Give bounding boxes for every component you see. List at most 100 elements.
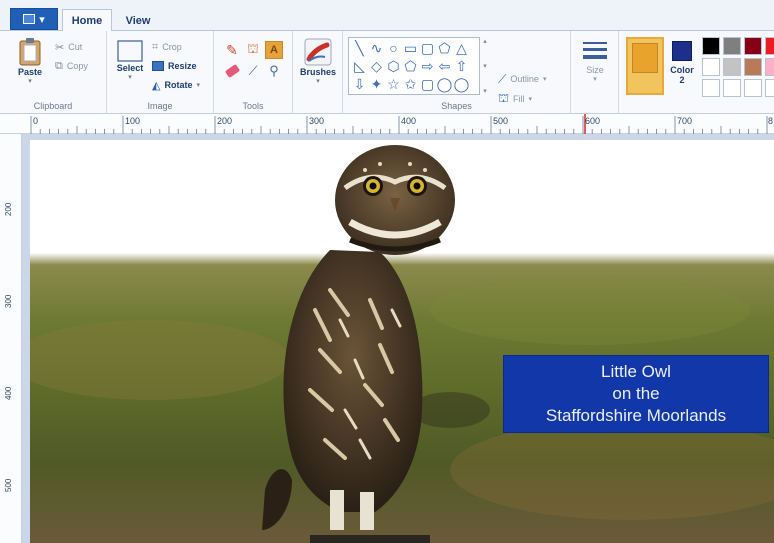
palette-swatch[interactable] bbox=[765, 79, 774, 97]
shape-callout-oval[interactable]: ◯ bbox=[436, 75, 453, 93]
palette-swatch[interactable] bbox=[702, 58, 720, 76]
shape-diamond[interactable]: ◇ bbox=[368, 57, 385, 75]
tools-group: ✎ ⛫ A ⟋ ⚲ Tools bbox=[214, 31, 293, 114]
crop-label: Crop bbox=[162, 42, 182, 52]
ruler-label: 500 bbox=[4, 478, 13, 492]
cut-button[interactable]: ✂ Cut bbox=[55, 39, 82, 55]
rotate-label: Rotate bbox=[164, 80, 193, 90]
shape-five-point-star[interactable]: ☆ bbox=[385, 75, 402, 93]
color2-swatch bbox=[672, 41, 692, 61]
size-label: Size bbox=[586, 65, 604, 75]
shape-hexagon[interactable]: ⬡ bbox=[385, 57, 402, 75]
palette-swatch[interactable] bbox=[723, 37, 741, 55]
paste-button[interactable]: Paste ▾ bbox=[12, 37, 48, 85]
shapes-group-label: Shapes bbox=[441, 101, 472, 111]
shape-rounded-rectangle[interactable]: ▢ bbox=[419, 39, 436, 57]
tab-view[interactable]: View bbox=[118, 9, 158, 32]
ruler-label: 500 bbox=[493, 116, 509, 126]
outline-icon: ⟋ bbox=[498, 71, 507, 86]
shape-down-arrow[interactable]: ⇩ bbox=[351, 75, 368, 93]
fill-icon: ⛫ bbox=[498, 91, 510, 105]
shape-curve[interactable]: ∿ bbox=[368, 39, 385, 57]
paint-menu-icon bbox=[23, 14, 36, 24]
shape-callout-cloud[interactable]: ◯ bbox=[453, 75, 470, 93]
crop-icon: ⌗ bbox=[152, 40, 159, 53]
select-rectangle-icon bbox=[117, 40, 143, 62]
shape-six-point-star[interactable]: ✩ bbox=[402, 75, 419, 93]
ruler-label: 300 bbox=[309, 116, 325, 126]
rotate-button[interactable]: ◭ Rotate ▾ bbox=[152, 77, 200, 93]
ruler-label: 0 bbox=[33, 116, 39, 126]
size-button[interactable]: Size ▾ bbox=[579, 39, 611, 83]
palette-swatch[interactable] bbox=[765, 58, 774, 76]
paste-label: Paste bbox=[17, 67, 43, 77]
shape-up-arrow[interactable]: ⇧ bbox=[453, 57, 470, 75]
ruler-label: 200 bbox=[217, 116, 233, 126]
color1-swatch bbox=[632, 43, 658, 73]
pencil-icon: ✎ bbox=[226, 41, 238, 58]
paint-bucket-icon: ⛫ bbox=[247, 41, 259, 56]
shape-left-arrow[interactable]: ⇦ bbox=[436, 57, 453, 75]
palette-swatch[interactable] bbox=[723, 79, 741, 97]
chevron-down-icon: ▾ bbox=[196, 82, 200, 89]
canvas-workspace[interactable]: Little Owl on the Staffordshire Moorland… bbox=[22, 134, 774, 543]
shape-triangle[interactable]: △ bbox=[453, 39, 470, 57]
image-group: Select ▾ ⌗ Crop Resize ◭ Rotate ▾ Image bbox=[107, 31, 214, 114]
fill-tool[interactable]: ⛫ bbox=[244, 41, 262, 59]
clipboard-group-label: Clipboard bbox=[33, 101, 73, 111]
tools-grid: ✎ ⛫ A ⟋ ⚲ bbox=[223, 41, 283, 80]
brushes-button[interactable]: Brushes ▾ bbox=[299, 37, 337, 85]
scissors-icon: ✂ bbox=[55, 41, 65, 54]
shape-right-arrow[interactable]: ⇨ bbox=[419, 57, 436, 75]
tab-home-label: Home bbox=[71, 15, 103, 27]
shape-pentagon[interactable]: ⬠ bbox=[402, 57, 419, 75]
crop-button[interactable]: ⌗ Crop bbox=[152, 39, 182, 55]
copy-button[interactable]: ⧉ Copy bbox=[55, 58, 88, 74]
ruler-label: 600 bbox=[585, 116, 601, 126]
caption-line-1: Little Owl bbox=[601, 362, 671, 381]
magnifier-icon: ⚲ bbox=[269, 63, 279, 78]
palette-swatch[interactable] bbox=[723, 58, 741, 76]
copy-icon: ⧉ bbox=[55, 59, 63, 72]
tools-group-label: Tools bbox=[242, 101, 264, 111]
magnifier-tool[interactable]: ⚲ bbox=[265, 62, 283, 80]
palette-swatch[interactable] bbox=[744, 79, 762, 97]
eraser-tool[interactable] bbox=[223, 62, 241, 80]
shape-right-triangle[interactable]: ◺ bbox=[351, 57, 368, 75]
fill-button[interactable]: ⛫ Fill ▾ bbox=[498, 91, 532, 107]
select-button[interactable]: Select ▾ bbox=[113, 39, 147, 81]
chevron-down-icon: ▾ bbox=[39, 13, 45, 26]
chevron-down-icon: ▾ bbox=[528, 96, 533, 103]
palette-swatch[interactable] bbox=[702, 37, 720, 55]
palette-swatch[interactable] bbox=[765, 37, 774, 55]
shape-polygon[interactable]: ⬠ bbox=[436, 39, 453, 57]
text-tool[interactable]: A bbox=[265, 41, 283, 59]
shape-callout-rect[interactable]: ▢ bbox=[419, 75, 436, 93]
color1-button[interactable] bbox=[626, 37, 664, 95]
color2-button[interactable]: Color 2 bbox=[667, 41, 697, 85]
tab-home[interactable]: Home bbox=[62, 9, 112, 32]
shapes-scroll[interactable]: ▴ ▾ ▾ bbox=[481, 37, 489, 95]
color-picker-tool[interactable]: ⟋ bbox=[244, 62, 262, 80]
app-menu-button[interactable]: ▾ bbox=[10, 8, 58, 30]
cut-label: Cut bbox=[68, 42, 83, 52]
shape-line[interactable]: ╲ bbox=[351, 39, 368, 57]
outline-button[interactable]: ⟋ Outline ▾ bbox=[498, 71, 546, 87]
ruler-label: 700 bbox=[677, 116, 693, 126]
caption-text-box[interactable]: Little Owl on the Staffordshire Moorland… bbox=[503, 355, 769, 433]
resize-button[interactable]: Resize bbox=[152, 58, 197, 74]
color2-number: 2 bbox=[679, 75, 685, 85]
shape-rectangle[interactable]: ▭ bbox=[402, 39, 419, 57]
color2-label: Color bbox=[670, 65, 694, 75]
drawing-canvas[interactable]: Little Owl on the Staffordshire Moorland… bbox=[30, 140, 774, 543]
shape-oval[interactable]: ○ bbox=[385, 39, 402, 57]
brushes-label: Brushes bbox=[299, 67, 336, 77]
palette-swatch[interactable] bbox=[702, 79, 720, 97]
shape-four-point-star[interactable]: ✦ bbox=[368, 75, 385, 93]
pencil-tool[interactable]: ✎ bbox=[223, 41, 241, 59]
brush-icon bbox=[304, 38, 332, 66]
palette-swatch[interactable] bbox=[744, 37, 762, 55]
chevron-down-icon: ▾ bbox=[28, 78, 32, 85]
palette-swatch[interactable] bbox=[744, 58, 762, 76]
chevron-down-icon: ▾ bbox=[316, 78, 320, 85]
